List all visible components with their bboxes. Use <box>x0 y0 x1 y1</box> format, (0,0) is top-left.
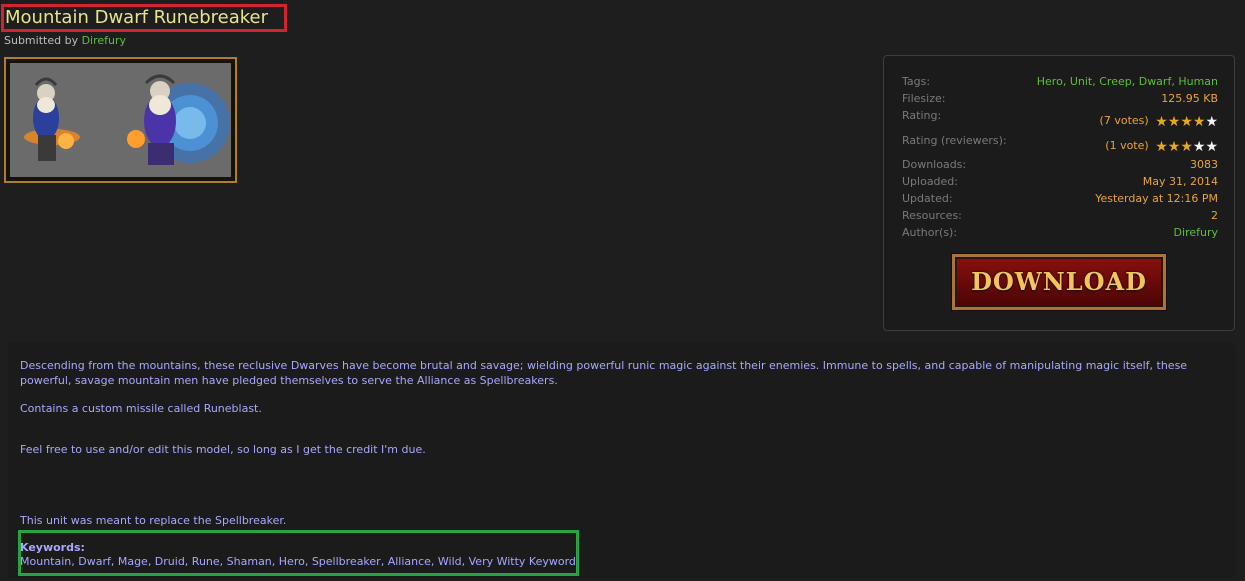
downloads-label: Downloads: <box>902 158 967 171</box>
description-paragraph-1: Descending from the mountains, these rec… <box>20 359 1188 387</box>
tag-hero[interactable]: Hero <box>1037 75 1063 88</box>
rating-value-row: (7 votes) ★★★★★ <box>902 114 1218 131</box>
updated-label: Updated: <box>902 192 953 205</box>
filesize-value: 125.95 KB <box>1161 92 1218 105</box>
star-empty-icon: ★ <box>1205 139 1218 155</box>
authors-label: Author(s): <box>902 226 958 239</box>
description-paragraph-3: Feel free to use and/or edit this model,… <box>20 443 426 456</box>
filesize-row: Filesize: 125.95 KB <box>902 92 1218 109</box>
model-preview[interactable] <box>4 57 237 183</box>
downloads-value: 3083 <box>1190 158 1218 171</box>
dwarf-models-illustration <box>10 63 231 177</box>
tags-label: Tags: <box>902 75 931 88</box>
description-panel: Descending from the mountains, these rec… <box>8 342 1236 578</box>
preview-image <box>10 63 231 177</box>
resource-info-panel: Tags: Hero, Unit, Creep, Dwarf, Human Fi… <box>883 55 1235 331</box>
uploaded-row: Uploaded: May 31, 2014 <box>902 175 1218 192</box>
resources-value: 2 <box>1211 209 1218 222</box>
reviewer-votes: (1 vote) <box>1105 139 1149 152</box>
filesize-label: Filesize: <box>902 92 946 105</box>
resources-row: Resources: 2 <box>902 209 1218 226</box>
uploaded-label: Uploaded: <box>902 175 958 188</box>
star-filled-icon: ★ <box>1192 114 1206 130</box>
rating-votes: (7 votes) <box>1099 114 1149 127</box>
authors-row: Author(s): Direfury <box>902 226 1218 243</box>
tag-human[interactable]: Human <box>1178 75 1218 88</box>
star-empty-icon: ★ <box>1192 139 1206 155</box>
star-filled-icon: ★ <box>1180 139 1193 155</box>
authors-value-link[interactable]: Direfury <box>1174 226 1218 239</box>
rating-stars[interactable]: ★★★★★ <box>1155 114 1218 130</box>
tag-dwarf[interactable]: Dwarf <box>1139 75 1172 88</box>
updated-value: Yesterday at 12:16 PM <box>1095 192 1218 205</box>
download-button-label: DOWNLOAD <box>971 267 1147 296</box>
updated-row: Updated: Yesterday at 12:16 PM <box>902 192 1218 209</box>
reviewer-rating-value-row: (1 vote) ★★★★★ <box>902 139 1218 156</box>
tag-unit[interactable]: Unit <box>1070 75 1092 88</box>
description-paragraph-2: Contains a custom missile called Runebla… <box>20 402 262 415</box>
page-title: Mountain Dwarf Runebreaker <box>5 7 269 28</box>
tags-row: Tags: Hero, Unit, Creep, Dwarf, Human <box>902 75 1218 92</box>
keywords-highlight-box <box>18 530 579 576</box>
author-link[interactable]: Direfury <box>82 34 126 47</box>
keywords-list: Mountain, Dwarf, Mage, Druid, Rune, Sham… <box>20 555 576 568</box>
keywords-label: Keywords: <box>20 541 85 554</box>
tags-list: Hero, Unit, Creep, Dwarf, Human <box>1036 75 1218 88</box>
star-filled-icon: ★ <box>1180 114 1193 130</box>
star-filled-icon: ★ <box>1155 139 1168 155</box>
uploaded-value: May 31, 2014 <box>1142 175 1218 188</box>
tag-creep[interactable]: Creep <box>1099 75 1131 88</box>
reviewer-stars: ★★★★★ <box>1155 139 1218 155</box>
star-filled-icon: ★ <box>1155 114 1168 130</box>
star-filled-icon: ★ <box>1167 139 1181 155</box>
download-button[interactable]: DOWNLOAD <box>952 254 1166 310</box>
resources-label: Resources: <box>902 209 962 222</box>
star-empty-icon: ★ <box>1205 114 1218 130</box>
description-paragraph-4: This unit was meant to replace the Spell… <box>20 514 287 527</box>
submitted-by: Submitted by Direfury <box>4 34 126 47</box>
downloads-row: Downloads: 3083 <box>902 158 1218 175</box>
star-filled-icon: ★ <box>1167 114 1181 130</box>
submitted-by-label: Submitted by <box>4 34 79 47</box>
